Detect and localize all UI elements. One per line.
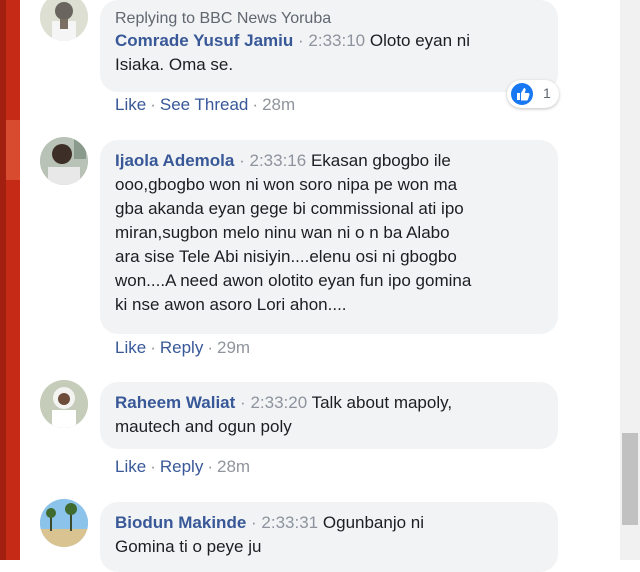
like-link[interactable]: Like: [115, 95, 146, 114]
comment-author[interactable]: Comrade Yusuf Jamiu: [115, 31, 293, 50]
separator-dot: ·: [240, 393, 246, 412]
comment-age[interactable]: 29m: [217, 338, 250, 357]
comment-author[interactable]: Biodun Makinde: [115, 513, 246, 532]
comment-text-line: Oloto eyan ni: [369, 31, 471, 50]
comment-bubble: Biodun Makinde · 2:33:31 Ogunbanjo ni Go…: [100, 502, 558, 572]
scrollbar[interactable]: [620, 0, 640, 560]
separator-dot: ·: [251, 513, 257, 532]
avatar[interactable]: [40, 137, 88, 185]
see-thread-link[interactable]: See Thread: [160, 95, 249, 114]
comment-bubble: Ijaola Ademola · 2:33:16 Ekasan gbogbo i…: [100, 140, 558, 334]
comment-text-line: Talk about mapoly,: [311, 393, 453, 412]
comment-text-line: Ekasan gbogbo ile: [310, 151, 451, 170]
profile-photo: [40, 0, 88, 41]
comment-actions: Like · See Thread · 28m: [115, 95, 295, 115]
comment-text-line: Ogunbanjo ni: [322, 513, 425, 532]
like-link[interactable]: Like: [115, 457, 146, 476]
comment-text-line: Isiaka. Oma se.: [115, 55, 234, 74]
profile-photo: [40, 137, 88, 185]
comment-age[interactable]: 28m: [262, 95, 295, 114]
reaction-count: 1: [543, 85, 551, 101]
strip-highlight: [6, 120, 20, 180]
strip-shade: [0, 0, 6, 560]
profile-photo: [40, 499, 88, 547]
comment-text-line: mautech and ogun poly: [115, 417, 292, 436]
comment-text-line: ki nse awon asoro Lori ahon....: [115, 295, 347, 314]
avatar[interactable]: [40, 380, 88, 428]
comment-actions: Like · Reply · 28m: [115, 457, 250, 477]
separator-dot: ·: [150, 95, 156, 114]
like-icon: [511, 83, 533, 105]
avatar[interactable]: [40, 0, 88, 41]
separator-dot: ·: [297, 31, 304, 50]
comment-age[interactable]: 28m: [217, 457, 250, 476]
comment-text-line: won....A need awon olotito eyan fun ipo …: [115, 271, 472, 290]
comment-bubble: Raheem Waliat · 2:33:20 Talk about mapol…: [100, 382, 558, 449]
comment-author[interactable]: Ijaola Ademola: [115, 151, 234, 170]
reaction-summary[interactable]: 1: [507, 80, 559, 108]
reply-to-label: Replying to BBC News Yoruba: [115, 10, 332, 27]
separator-dot: ·: [252, 95, 259, 114]
separator-dot: ·: [207, 338, 213, 357]
comment-timestamp[interactable]: 2:33:10: [308, 31, 365, 50]
profile-photo: [40, 380, 88, 428]
comment-author[interactable]: Raheem Waliat: [115, 393, 235, 412]
avatar[interactable]: [40, 499, 88, 547]
separator-dot: ·: [207, 457, 213, 476]
comment-timestamp[interactable]: 2:33:20: [250, 393, 307, 412]
reply-link[interactable]: Reply: [160, 338, 203, 357]
comment-text-line: gba akanda eyan gege bi commissional ati…: [115, 199, 464, 218]
like-link[interactable]: Like: [115, 338, 146, 357]
separator-dot: ·: [239, 151, 245, 170]
comment-actions: Like · Reply · 29m: [115, 338, 250, 358]
separator-dot: ·: [150, 338, 156, 357]
comment-timestamp[interactable]: 2:33:16: [250, 151, 307, 170]
comment-text-line: miran,sugbon melo ninu wan ni o n ba Ala…: [115, 223, 450, 242]
comment-bubble: Replying to BBC News Yoruba Comrade Yusu…: [100, 0, 558, 92]
comment-text-line: ooo,gbogbo won ni won soro nipa pe won m…: [115, 175, 458, 194]
separator-dot: ·: [150, 457, 156, 476]
comment-text-line: ara sise Tele Abi nisiyin....elenu osi n…: [115, 247, 457, 266]
comment-timestamp[interactable]: 2:33:31: [261, 513, 318, 532]
scrollbar-thumb[interactable]: [622, 433, 638, 525]
reply-link[interactable]: Reply: [160, 457, 203, 476]
background-image-strip: [0, 0, 20, 560]
comment-text-line: Gomina ti o peye ju: [115, 537, 262, 556]
